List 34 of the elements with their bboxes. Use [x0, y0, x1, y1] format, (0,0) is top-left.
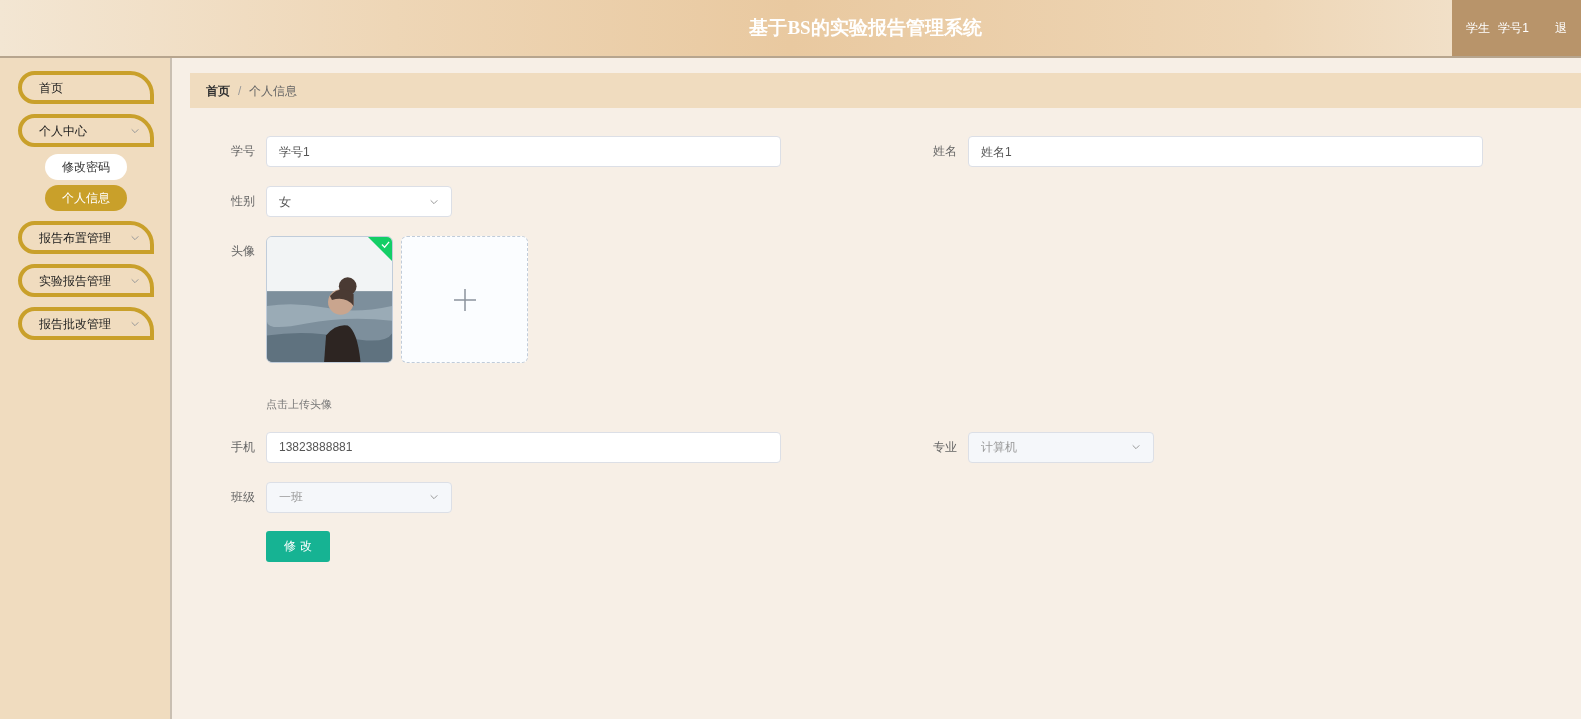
upload-box[interactable] [401, 236, 528, 363]
sidebar-item[interactable]: 个人中心 [18, 114, 154, 147]
field-label: 头像 [230, 243, 256, 260]
sidebar-item-label: 报告布置管理 [39, 229, 111, 247]
text-field[interactable]: 学号1 [266, 136, 781, 167]
breadcrumb-item[interactable]: 个人信息 [249, 81, 298, 100]
select-field[interactable]: 女 [266, 186, 452, 217]
breadcrumb-item[interactable]: 首页 [206, 81, 230, 100]
upload-hint: 点击上传头像 [266, 397, 333, 412]
app-title: 基于BS的实验报告管理系统 [749, 15, 982, 40]
sidebar-item[interactable]: 报告布置管理 [18, 221, 154, 254]
sidebar-item[interactable]: 实验报告管理 [18, 264, 154, 297]
sidebar-item-label: 报告批改管理 [39, 315, 111, 333]
chevron-down-icon [429, 492, 439, 502]
sidebar-item[interactable]: 首页 [18, 71, 154, 104]
breadcrumb-separator: / [238, 82, 242, 100]
chevron-down-icon [1131, 442, 1141, 452]
sidebar-item[interactable]: 报告批改管理 [18, 307, 154, 340]
field-label: 手机 [230, 438, 256, 456]
field-label: 专业 [932, 438, 958, 456]
user-role: 学生 [1466, 20, 1491, 37]
check-icon [381, 240, 390, 249]
submenu-item[interactable]: 修改密码 [45, 154, 127, 180]
sidebar-item-label: 实验报告管理 [39, 272, 111, 290]
plus-icon [453, 288, 476, 311]
user-name: 学号1 [1498, 20, 1529, 37]
field-label: 学号 [230, 143, 256, 160]
text-field[interactable]: 姓名1 [968, 136, 1483, 167]
text-field[interactable]: 13823888881 [266, 431, 781, 463]
sidebar-item-label: 首页 [39, 79, 63, 97]
sidebar-item-label: 个人中心 [39, 122, 87, 140]
field-label: 姓名 [932, 143, 958, 160]
field-label: 性别 [230, 193, 256, 210]
field-label: 班级 [230, 488, 256, 506]
